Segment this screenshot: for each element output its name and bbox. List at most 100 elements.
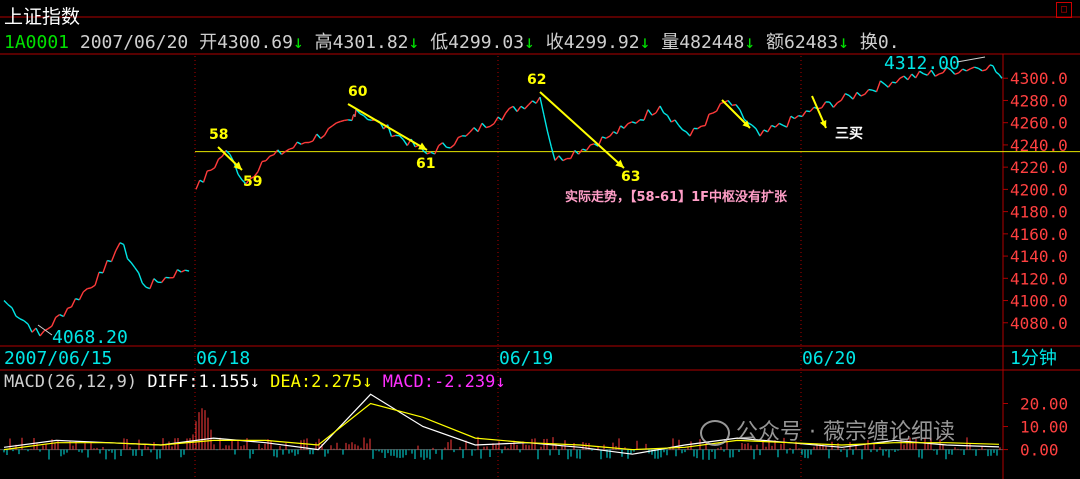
price-segment xyxy=(848,94,854,100)
quote-bar: 1A0001 2007/06/20 开4300.69↓ 高4301.82↓ 低4… xyxy=(4,28,900,54)
price-segment xyxy=(67,306,72,309)
price-segment xyxy=(328,125,333,130)
price-segment xyxy=(324,128,330,136)
price-segment xyxy=(520,105,526,110)
price-segment xyxy=(308,140,314,144)
price-segment xyxy=(989,64,994,67)
price-segment xyxy=(620,125,625,129)
price-segment xyxy=(674,119,680,126)
price-segment xyxy=(751,124,757,130)
price-segment xyxy=(505,107,511,114)
price-segment xyxy=(601,136,607,139)
price-segment xyxy=(430,151,436,155)
low-arrow: ↓ xyxy=(524,32,535,53)
price-segment xyxy=(218,155,223,160)
price-segment xyxy=(875,80,882,92)
price-segment xyxy=(623,123,629,129)
price-segment xyxy=(966,68,971,72)
close-arrow: ↓ xyxy=(639,32,651,53)
price-segment xyxy=(860,93,866,97)
price-segment xyxy=(892,81,897,84)
pivot-number: 63 xyxy=(621,169,640,185)
price-segment xyxy=(336,120,341,124)
macd-tick-label: 0.00 xyxy=(1020,441,1059,460)
price-segment xyxy=(647,109,653,116)
price-segment xyxy=(974,66,979,69)
price-segment xyxy=(62,307,69,317)
price-segment xyxy=(449,144,455,149)
price-segment xyxy=(485,125,491,129)
price-segment xyxy=(176,269,182,273)
price-segment xyxy=(880,80,885,85)
price-segment xyxy=(134,267,140,274)
price-tick-label: 4100.0 xyxy=(1010,292,1068,311)
price-segment xyxy=(7,304,13,309)
price-segment xyxy=(574,149,580,155)
price-segment xyxy=(627,121,633,125)
macd-arrow: ↓ xyxy=(495,372,506,392)
price-segment xyxy=(137,272,143,284)
price-segment xyxy=(528,100,533,106)
price-segment xyxy=(852,92,858,100)
pivot-number: 60 xyxy=(348,84,368,100)
price-segment xyxy=(426,151,432,155)
price-segment xyxy=(864,89,870,95)
price-segment xyxy=(844,92,850,97)
period-label: 1分钟 xyxy=(1010,348,1057,369)
price-segment xyxy=(689,128,695,137)
price-segment xyxy=(790,115,795,120)
price-segment xyxy=(509,105,514,109)
price-segment xyxy=(207,169,212,172)
price-segment xyxy=(962,68,967,72)
price-segment xyxy=(149,278,155,289)
price-segment xyxy=(269,154,274,157)
price-segment xyxy=(535,96,541,104)
open-arrow: ↓ xyxy=(292,32,304,53)
price-segment xyxy=(651,112,657,116)
price-segment xyxy=(840,93,846,101)
price-segment xyxy=(605,135,611,139)
price-tick-label: 4220.0 xyxy=(1010,158,1068,177)
price-tick-label: 4280.0 xyxy=(1010,91,1068,110)
price-segment xyxy=(755,128,761,137)
price-segment xyxy=(883,83,889,88)
price-segment xyxy=(609,131,615,137)
price-segment xyxy=(903,75,909,81)
price-segment xyxy=(94,272,100,286)
price-segment xyxy=(659,105,665,114)
price-segment xyxy=(438,142,444,147)
price-segment xyxy=(39,330,45,337)
price-segment xyxy=(102,260,108,273)
macd-value: MACD:-2.239 xyxy=(382,372,496,392)
volume-value: 量482448 xyxy=(661,32,745,53)
price-segment xyxy=(469,127,475,133)
price-segment xyxy=(115,242,121,252)
price-segment xyxy=(977,67,983,72)
price-segment xyxy=(446,146,451,149)
trend-arrow xyxy=(347,103,428,151)
price-segment xyxy=(402,139,408,146)
high-arrow: ↓ xyxy=(408,32,420,53)
price-segment xyxy=(992,65,997,73)
price-segment xyxy=(778,122,784,126)
price-line xyxy=(3,64,1003,337)
price-segment xyxy=(801,110,807,117)
price-segment xyxy=(670,119,676,123)
close-icon[interactable]: □ xyxy=(1056,2,1072,18)
price-segment xyxy=(562,157,568,162)
price-segment xyxy=(712,110,717,114)
price-segment xyxy=(735,104,741,111)
price-tick-label: 4140.0 xyxy=(1010,247,1068,266)
price-tick-label: 4200.0 xyxy=(1010,180,1068,199)
price-segment xyxy=(970,66,975,70)
price-segment xyxy=(292,141,298,149)
time-label-date: 06/20 xyxy=(802,348,856,369)
price-segment xyxy=(701,124,706,127)
macd-params: MACD(26,12,9) xyxy=(4,372,138,392)
price-segment xyxy=(320,134,326,140)
price-segment xyxy=(434,145,440,155)
price-segment xyxy=(27,323,33,333)
price-segment xyxy=(798,115,803,118)
price-tick-label: 4160.0 xyxy=(1010,225,1068,244)
diff-arrow: ↓ xyxy=(249,372,260,392)
